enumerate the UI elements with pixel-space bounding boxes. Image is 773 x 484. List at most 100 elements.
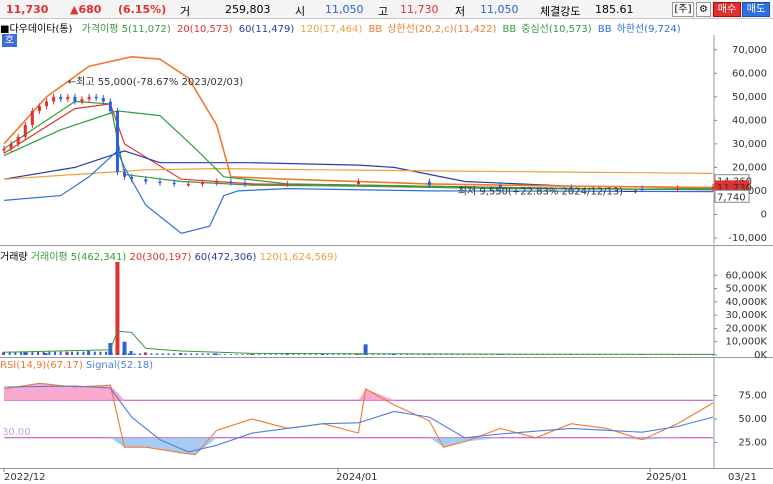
volume-bar	[235, 354, 238, 355]
volume-bar	[348, 354, 351, 355]
volume-bar	[150, 353, 153, 355]
volume-bar	[173, 353, 176, 355]
price-tick-label: 40,000	[732, 115, 767, 126]
volume-bar	[263, 354, 266, 355]
volume-bar	[207, 353, 210, 355]
volume-bar	[44, 353, 48, 355]
candle	[123, 172, 127, 177]
volume-bar	[218, 354, 221, 355]
volume-bar	[139, 353, 142, 355]
candle	[16, 136, 20, 144]
volume-bar	[127, 353, 130, 355]
volume-bar	[360, 354, 363, 355]
volume-bar	[156, 353, 159, 355]
volume-bar	[246, 354, 249, 355]
volume-bar	[133, 353, 136, 355]
candle	[286, 183, 290, 186]
candle	[108, 101, 112, 111]
volume-tick-label: 0K	[754, 350, 767, 361]
candle	[676, 188, 680, 190]
volume-bar	[167, 353, 170, 355]
volume-bar	[105, 351, 108, 355]
candle	[115, 110, 119, 173]
volume-bar	[122, 341, 127, 355]
rsi-oversold-fill	[4, 437, 713, 455]
volume-bar	[184, 353, 187, 355]
volume-bar	[190, 353, 193, 355]
volume-bar	[366, 354, 369, 355]
stock-chart[interactable]: 70,000 60,000 50,000 40,000 30,000 20,000 10,0…	[0, 0, 773, 484]
volume-bar	[258, 354, 261, 355]
volume-bar	[37, 351, 40, 355]
volume-bar	[42, 351, 45, 355]
candle	[243, 182, 247, 185]
volume-bar	[252, 354, 255, 355]
ma5-line	[3, 100, 714, 190]
volume-bar	[343, 354, 346, 355]
rsi-tick-label: 50.00	[738, 414, 767, 425]
candle	[30, 110, 34, 126]
volume-bar	[31, 351, 34, 355]
volume-bar	[129, 351, 133, 355]
volume-bar	[292, 354, 295, 355]
candle	[229, 181, 233, 184]
volume-bar	[99, 351, 102, 355]
volume-bar	[76, 351, 79, 355]
price-annotation: 최저 9,550(+22.83% 2024/12/13)⟶	[458, 185, 638, 197]
date-label: 2025/01	[646, 472, 688, 483]
volume-bar	[201, 353, 204, 355]
volume-bar	[65, 351, 68, 355]
date-label: 2022/12	[4, 472, 46, 483]
volume-tick-label: 60,000K	[725, 270, 767, 281]
price-tick-label: 70,000	[732, 45, 767, 56]
volume-bar	[286, 354, 289, 355]
volume-bar	[110, 353, 113, 355]
volume-bar	[303, 354, 306, 355]
bb-mid-line	[3, 110, 714, 191]
price-tag-label: 7,740	[717, 192, 746, 203]
volume-tick-label: 40,000K	[725, 297, 767, 308]
candle	[23, 125, 27, 137]
volume-bar	[214, 353, 218, 355]
candle	[172, 182, 176, 185]
price-tick-label: 60,000	[732, 68, 767, 79]
price-tick-label: 30,000	[732, 139, 767, 150]
volume-bar	[59, 351, 62, 355]
volume-bar	[195, 353, 198, 355]
candle	[37, 106, 41, 111]
candle	[73, 96, 77, 102]
price-tick-label: 0	[761, 209, 767, 220]
volume-bar	[161, 353, 164, 355]
candle	[2, 148, 6, 151]
candle	[427, 181, 431, 186]
volume-bar	[178, 353, 181, 355]
volume-bar	[212, 353, 215, 355]
candle	[357, 181, 360, 184]
ma20-line	[3, 103, 714, 191]
volume-tick-label: 30,000K	[725, 310, 767, 321]
volume-tick-label: 50,000K	[725, 284, 767, 295]
volume-bar	[297, 354, 300, 355]
volume-bar	[320, 354, 323, 355]
volume-bar	[383, 354, 386, 355]
rsi-tick-label: 75.00	[738, 391, 767, 402]
candle	[201, 182, 205, 185]
date-label: 03/21	[728, 472, 757, 483]
volume-bar	[275, 354, 278, 355]
volume-tick-label: 20,000K	[725, 323, 767, 334]
volume-bar	[116, 353, 119, 355]
candle	[94, 96, 98, 99]
candle	[144, 179, 148, 182]
volume-bar	[224, 354, 227, 355]
price-tick-label: -10,000	[728, 233, 767, 244]
volume-bar	[88, 351, 91, 355]
volume-bar	[371, 354, 374, 355]
volume-bar	[400, 354, 403, 355]
volume-bar	[314, 354, 317, 355]
price-tick-label: 50,000	[732, 92, 767, 103]
volume-bar	[122, 353, 125, 355]
candle	[66, 96, 70, 100]
volume-bar	[280, 354, 283, 355]
volume-bar	[144, 353, 147, 355]
price-annotation: ←최고 55,000(-78.67% 2023/02/03)	[68, 76, 243, 88]
